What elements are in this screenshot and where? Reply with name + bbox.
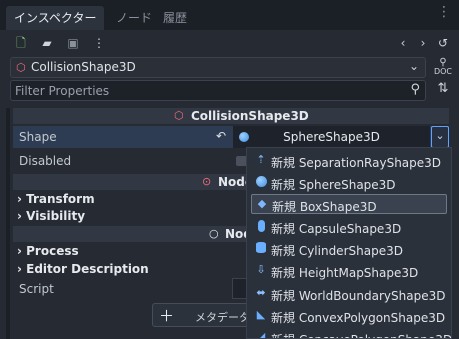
heightmap-icon: ⇩ [256,263,266,276]
tab-inspector[interactable]: インスペクター [6,6,105,30]
menu-item-label: 新規 SeparationRayShape3D [271,156,442,170]
group-label: Editor Description [26,262,149,276]
chevron-down-icon: ⌄ [408,59,419,73]
panel-menu-icon[interactable]: ⋮ [437,4,451,20]
forward-icon[interactable]: › [416,36,430,50]
chevron-right-icon: › [17,262,27,276]
open-folder-icon[interactable]: ▰ [40,36,54,50]
save-icon[interactable]: ▣ [66,36,80,50]
menu-item[interactable]: ⇩ 新規 HeightMapShape3D [251,261,447,281]
node-selector-value: CollisionShape3D [31,60,136,74]
group-visibility[interactable]: › Visibility [17,209,85,223]
tab-bar: インスペクター ノード 履歴 ⋮ [0,0,459,31]
more-options-icon[interactable]: ⋮ [92,36,106,50]
collision-shape-icon: ⬡ [174,109,184,122]
menu-item[interactable]: ⬌ 新規 WorldBoundaryShape3D [251,284,447,304]
revert-icon[interactable]: ↶ [216,129,226,143]
capsule-icon [255,220,267,232]
chevron-right-icon: › [17,209,27,223]
group-transform[interactable]: › Transform [17,192,95,206]
back-icon[interactable]: ‹ [396,36,410,50]
doc-label: DOC [433,67,453,76]
menu-item[interactable]: 新規 SphereShape3D [251,173,447,193]
script-field[interactable] [232,278,246,299]
separation-ray-icon: ⇡ [256,153,266,166]
shape-label: Shape [19,130,57,144]
filter-properties-input[interactable]: Filter Properties ⚲ [10,80,426,101]
group-editor-description[interactable]: › Editor Description [17,262,149,276]
section-title: CollisionShape3D [191,109,309,123]
sphere-icon [255,176,267,188]
cylinder-icon [255,242,267,254]
filter-placeholder: Filter Properties [15,84,110,98]
group-label: Process [26,244,79,258]
section-collision-shape[interactable]: ⬡ CollisionShape3D [13,108,449,124]
doc-button[interactable]: ⚲ DOC [433,57,453,78]
group-label: Transform [26,192,95,206]
new-resource-icon[interactable]: 🗋 [14,36,28,50]
group-process[interactable]: › Process [17,244,79,258]
node3d-icon: ⊙ [202,175,212,188]
menu-item-label: 新規 WorldBoundaryShape3D [271,289,446,303]
menu-item-label: 新規 CylinderShape3D [271,244,403,258]
search-icon: ⚲ [410,82,420,97]
tab-node[interactable]: ノード [108,6,160,30]
menu-item-label: 新規 ConcavePolygonShape3D [271,331,451,338]
group-label: Visibility [26,209,86,223]
menu-item-label: 新規 SphereShape3D [271,178,396,192]
box-icon: ◆ [257,197,267,210]
disabled-label: Disabled [19,154,72,168]
menu-item[interactable]: 新規 CapsuleShape3D [251,217,447,237]
menu-item-label: 新規 CapsuleShape3D [271,222,402,236]
shape-value: SphereShape3D [283,130,380,144]
left-gutter [6,108,10,339]
shape-dropdown-button[interactable]: ⌄ [431,126,449,148]
new-shape-menu: ⇡ 新規 SeparationRayShape3D 新規 SphereShape… [246,147,452,339]
menu-item-label: 新規 HeightMapShape3D [271,266,419,280]
menu-item-label: 新規 BoxShape3D [272,200,377,214]
chevron-right-icon: › [17,244,27,258]
history-icon[interactable]: ↺ [436,36,450,50]
shape-value-field[interactable]: SphereShape3D [233,126,430,148]
chevron-down-icon: ⌄ [435,129,445,142]
world-boundary-icon: ⬌ [256,286,266,299]
script-label: Script [19,282,54,296]
add-metadata-label: メタデータ [195,311,250,324]
chevron-right-icon: › [17,192,27,206]
plus-icon: ＋ [159,307,175,325]
concave-polygon-icon: ◢ [256,330,266,339]
menu-item[interactable]: ◢ 新規 ConcavePolygonShape3D [251,328,451,339]
collision-shape-icon: ⬡ [16,61,26,74]
node-selector[interactable]: ⬡ CollisionShape3D ⌄ [10,57,426,78]
convex-polygon-icon: ◣ [256,308,266,321]
tab-history[interactable]: 履歴 [155,6,195,30]
menu-item[interactable]: 新規 CylinderShape3D [251,239,447,259]
menu-item[interactable]: ⇡ 新規 SeparationRayShape3D [251,151,447,171]
node-icon: ○ [209,227,219,240]
sort-icon[interactable]: ⇅ [434,81,452,101]
menu-item-label: 新規 ConvexPolygonShape3D [271,311,446,325]
menu-item[interactable]: ◆ 新規 BoxShape3D [251,194,447,214]
menu-item[interactable]: ◣ 新規 ConvexPolygonShape3D [251,306,447,326]
